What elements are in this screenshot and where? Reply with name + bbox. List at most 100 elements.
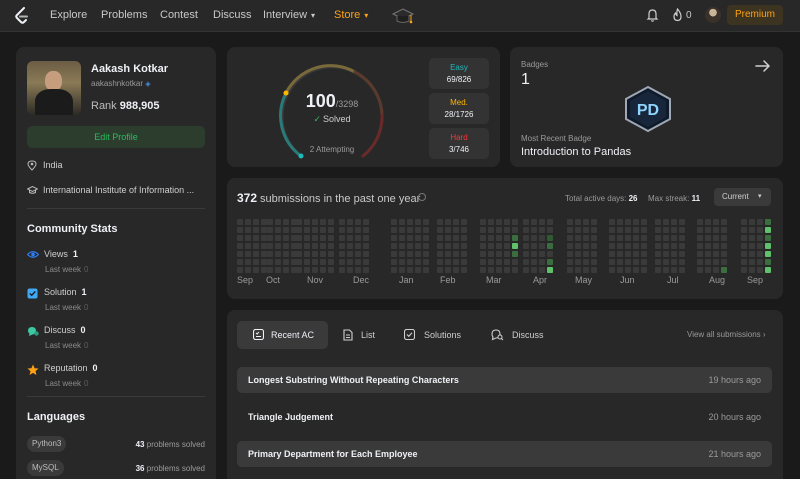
nav-store[interactable]: Store ▾: [334, 9, 368, 21]
heatmap-cell[interactable]: [679, 227, 685, 233]
heatmap-cell[interactable]: [237, 267, 243, 273]
heatmap-cell[interactable]: [757, 259, 763, 265]
heatmap-cell[interactable]: [523, 259, 529, 265]
heatmap-cell[interactable]: [749, 259, 755, 265]
heatmap-cell[interactable]: [705, 219, 711, 225]
heatmap-cell[interactable]: [539, 219, 545, 225]
heatmap-cell[interactable]: [721, 227, 727, 233]
heatmap-cell[interactable]: [437, 243, 443, 249]
heatmap-cell[interactable]: [283, 251, 289, 257]
heatmap-cell[interactable]: [765, 243, 771, 249]
heatmap-cell[interactable]: [655, 259, 661, 265]
heatmap-cell[interactable]: [453, 259, 459, 265]
heatmap-cell[interactable]: [312, 251, 318, 257]
heatmap-cell[interactable]: [539, 251, 545, 257]
heatmap-cell[interactable]: [633, 267, 639, 273]
heatmap-cell[interactable]: [512, 251, 518, 257]
heatmap-cell[interactable]: [415, 251, 421, 257]
heatmap-cell[interactable]: [504, 219, 510, 225]
heatmap-cell[interactable]: [253, 227, 259, 233]
fire-streak-icon[interactable]: [672, 8, 683, 22]
heatmap-cell[interactable]: [663, 267, 669, 273]
heatmap-cell[interactable]: [445, 227, 451, 233]
heatmap-cell[interactable]: [504, 235, 510, 241]
arrow-right-icon[interactable]: [755, 59, 771, 73]
tab-recent-ac[interactable]: Recent AC: [237, 321, 328, 349]
heatmap-cell[interactable]: [591, 235, 597, 241]
heatmap-cell[interactable]: [407, 259, 413, 265]
heatmap-cell[interactable]: [583, 227, 589, 233]
heatmap-cell[interactable]: [347, 235, 353, 241]
heatmap-cell[interactable]: [713, 259, 719, 265]
heatmap-cell[interactable]: [496, 219, 502, 225]
heatmap-cell[interactable]: [415, 219, 421, 225]
heatmap-cell[interactable]: [617, 259, 623, 265]
heatmap-cell[interactable]: [437, 259, 443, 265]
heatmap-cell[interactable]: [655, 219, 661, 225]
heatmap-cell[interactable]: [671, 235, 677, 241]
heatmap-cell[interactable]: [663, 219, 669, 225]
heatmap-cell[interactable]: [347, 267, 353, 273]
heatmap-cell[interactable]: [567, 235, 573, 241]
heatmap-cell[interactable]: [655, 251, 661, 257]
heatmap-cell[interactable]: [641, 243, 647, 249]
heatmap-cell[interactable]: [531, 219, 537, 225]
heatmap-cell[interactable]: [296, 259, 302, 265]
heatmap-cell[interactable]: [625, 267, 631, 273]
heatmap-cell[interactable]: [488, 251, 494, 257]
heatmap-cell[interactable]: [531, 259, 537, 265]
heatmap-cell[interactable]: [617, 251, 623, 257]
heatmap-cell[interactable]: [697, 219, 703, 225]
heatmap-cell[interactable]: [504, 243, 510, 249]
heatmap-cell[interactable]: [512, 227, 518, 233]
heatmap-cell[interactable]: [423, 243, 429, 249]
heatmap-cell[interactable]: [275, 235, 281, 241]
heatmap-cell[interactable]: [328, 267, 334, 273]
heatmap-cell[interactable]: [609, 259, 615, 265]
heatmap-cell[interactable]: [237, 235, 243, 241]
heatmap-cell[interactable]: [445, 235, 451, 241]
heatmap-cell[interactable]: [671, 219, 677, 225]
heatmap-cell[interactable]: [320, 267, 326, 273]
heatmap-cell[interactable]: [547, 227, 553, 233]
leetcode-logo-icon[interactable]: [14, 7, 30, 25]
heatmap-cell[interactable]: [253, 267, 259, 273]
heatmap-cell[interactable]: [496, 251, 502, 257]
pandas-badge-icon[interactable]: PD: [622, 85, 674, 133]
heatmap-cell[interactable]: [445, 259, 451, 265]
heatmap-cell[interactable]: [339, 235, 345, 241]
heatmap-cell[interactable]: [304, 259, 310, 265]
heatmap-cell[interactable]: [496, 267, 502, 273]
heatmap-cell[interactable]: [339, 227, 345, 233]
heatmap-cell[interactable]: [575, 267, 581, 273]
heatmap-cell[interactable]: [275, 243, 281, 249]
heatmap-cell[interactable]: [523, 219, 529, 225]
heatmap-cell[interactable]: [633, 227, 639, 233]
heatmap-cell[interactable]: [749, 267, 755, 273]
heatmap-cell[interactable]: [523, 243, 529, 249]
heatmap-cell[interactable]: [453, 227, 459, 233]
heatmap-cell[interactable]: [445, 267, 451, 273]
heatmap-cell[interactable]: [391, 267, 397, 273]
heatmap-cell[interactable]: [625, 227, 631, 233]
heatmap-cell[interactable]: [625, 235, 631, 241]
heatmap-cell[interactable]: [663, 227, 669, 233]
heatmap-cell[interactable]: [749, 219, 755, 225]
heatmap-cell[interactable]: [237, 251, 243, 257]
heatmap-cell[interactable]: [415, 235, 421, 241]
heatmap-cell[interactable]: [437, 235, 443, 241]
heatmap-cell[interactable]: [283, 219, 289, 225]
heatmap-cell[interactable]: [523, 227, 529, 233]
heatmap-cell[interactable]: [679, 267, 685, 273]
heatmap-cell[interactable]: [655, 235, 661, 241]
heatmap-cell[interactable]: [339, 267, 345, 273]
heatmap-cell[interactable]: [320, 235, 326, 241]
heatmap-cell[interactable]: [663, 235, 669, 241]
heatmap-cell[interactable]: [567, 267, 573, 273]
heatmap-cell[interactable]: [296, 267, 302, 273]
heatmap-cell[interactable]: [591, 219, 597, 225]
heatmap-cell[interactable]: [312, 267, 318, 273]
graduation-cap-icon[interactable]: [391, 5, 415, 27]
heatmap-cell[interactable]: [488, 243, 494, 249]
submission-row[interactable]: Longest Substring Without Repeating Char…: [237, 367, 772, 393]
